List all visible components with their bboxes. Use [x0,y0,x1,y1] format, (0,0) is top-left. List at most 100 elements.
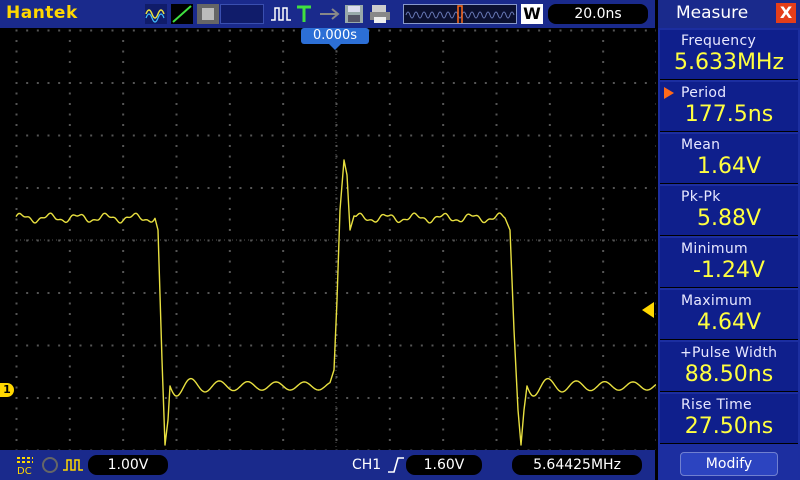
grid-dot [250,397,253,399]
grid-dot [122,313,125,315]
grid-dot [122,439,125,441]
grid-dot [335,155,338,158]
grid-dot [218,82,221,84]
close-button[interactable]: X [776,3,796,23]
persist-icon[interactable] [197,4,219,24]
grid-dot [442,50,445,53]
grid-dot [250,29,253,32]
grid-dot [559,82,562,84]
grid-dot [644,134,647,137]
grid-dot [335,176,338,179]
grid-dot [644,344,647,347]
trigger-level-marker[interactable] [642,302,654,318]
measurement-item[interactable]: Maximum 4.64V [660,290,798,340]
print-icon[interactable] [369,4,391,24]
grid-dot [26,134,29,137]
grid-dot [175,166,178,168]
grid-dot [388,313,391,315]
grid-dot [495,355,498,357]
timebase-readout[interactable]: 20.0ns [548,4,648,24]
grid-dot [346,134,349,137]
grid-dot [175,355,178,357]
grid-dot [420,239,423,242]
grid-dot [228,229,231,231]
grid-dot [388,376,391,378]
grid-dot [367,344,370,347]
grid-dot [548,218,551,221]
measurement-item[interactable]: +Pulse Width 88.50ns [660,342,798,392]
grid-dot [122,365,125,368]
ch1-ground-marker[interactable]: 1 [0,383,14,397]
grid-dot [420,29,423,32]
grid-dot [100,397,103,399]
grid-dot [303,292,306,294]
grid-dot [420,292,423,294]
grid-dot [548,313,551,315]
grid-dot [122,61,125,63]
grid-dot [175,197,178,200]
trigger-level-readout[interactable]: 1.60V [406,455,482,475]
sine-wave-icon[interactable] [145,4,167,24]
ch1-volts-div[interactable]: 1.00V [88,455,168,475]
grid-dot [282,218,285,221]
grid-dot [282,365,285,368]
measurement-item[interactable]: Mean 1.64V [660,134,798,184]
grid-dot [378,187,381,189]
grid-dot [442,208,445,210]
grid-dot [122,323,125,326]
grid-dot [26,82,29,84]
grid-dot [122,208,125,210]
grid-dot [68,197,71,200]
grid-dot [68,113,71,116]
grid-dot [410,134,413,137]
grid-dot [474,187,477,189]
trigger-position-label[interactable]: 0.000s [301,28,369,50]
grid-dot [68,50,71,53]
grid-dot [410,82,413,84]
grid-dot [228,82,231,84]
grid-dot [623,134,626,137]
grid-dot [122,166,125,168]
grid-dot [495,271,498,273]
grid-dot [506,134,509,137]
grid-dot [388,61,391,63]
grid-dot [602,386,605,389]
grid-dot [111,134,114,137]
grid-dot [68,271,71,273]
grid-dot [15,313,18,315]
grid-dot [228,145,231,147]
grid-dot [282,323,285,326]
grid-dot [484,397,487,399]
grid-dot [356,397,359,399]
grid-dot [68,439,71,441]
measurement-item[interactable]: Period 177.5ns [660,82,798,132]
grid-dot [292,82,295,84]
measurement-item[interactable]: Frequency 5.633MHz [660,30,798,80]
grid-dot [634,239,637,242]
trigger-t-icon[interactable] [295,4,313,24]
grid-dot [111,82,114,84]
measurement-item[interactable]: Rise Time 27.50ns [660,394,798,444]
modify-button[interactable]: Modify [680,452,778,476]
measurement-label: Frequency [681,33,757,49]
grid-dot [442,134,445,137]
ramp-wave-icon[interactable] [171,4,193,24]
pulse-trigger-icon[interactable] [270,4,292,24]
grid-dot [132,397,135,399]
grid-dot [559,344,562,347]
grid-dot [644,187,647,189]
grid-dot [218,344,221,347]
save-icon[interactable] [344,4,364,24]
grid-dot [228,166,231,168]
grid-dot [634,292,637,294]
measurement-item[interactable]: Pk-Pk 5.88V [660,186,798,236]
grid-dot [548,439,551,441]
grid-dot [612,82,615,84]
measurement-item[interactable]: Minimum -1.24V [660,238,798,288]
grid-dot [442,176,445,179]
grid-dot [47,29,50,32]
grid-dot [570,397,573,399]
grid-dot [58,187,61,189]
grid-dot [15,407,18,410]
grid-dot [36,292,39,294]
